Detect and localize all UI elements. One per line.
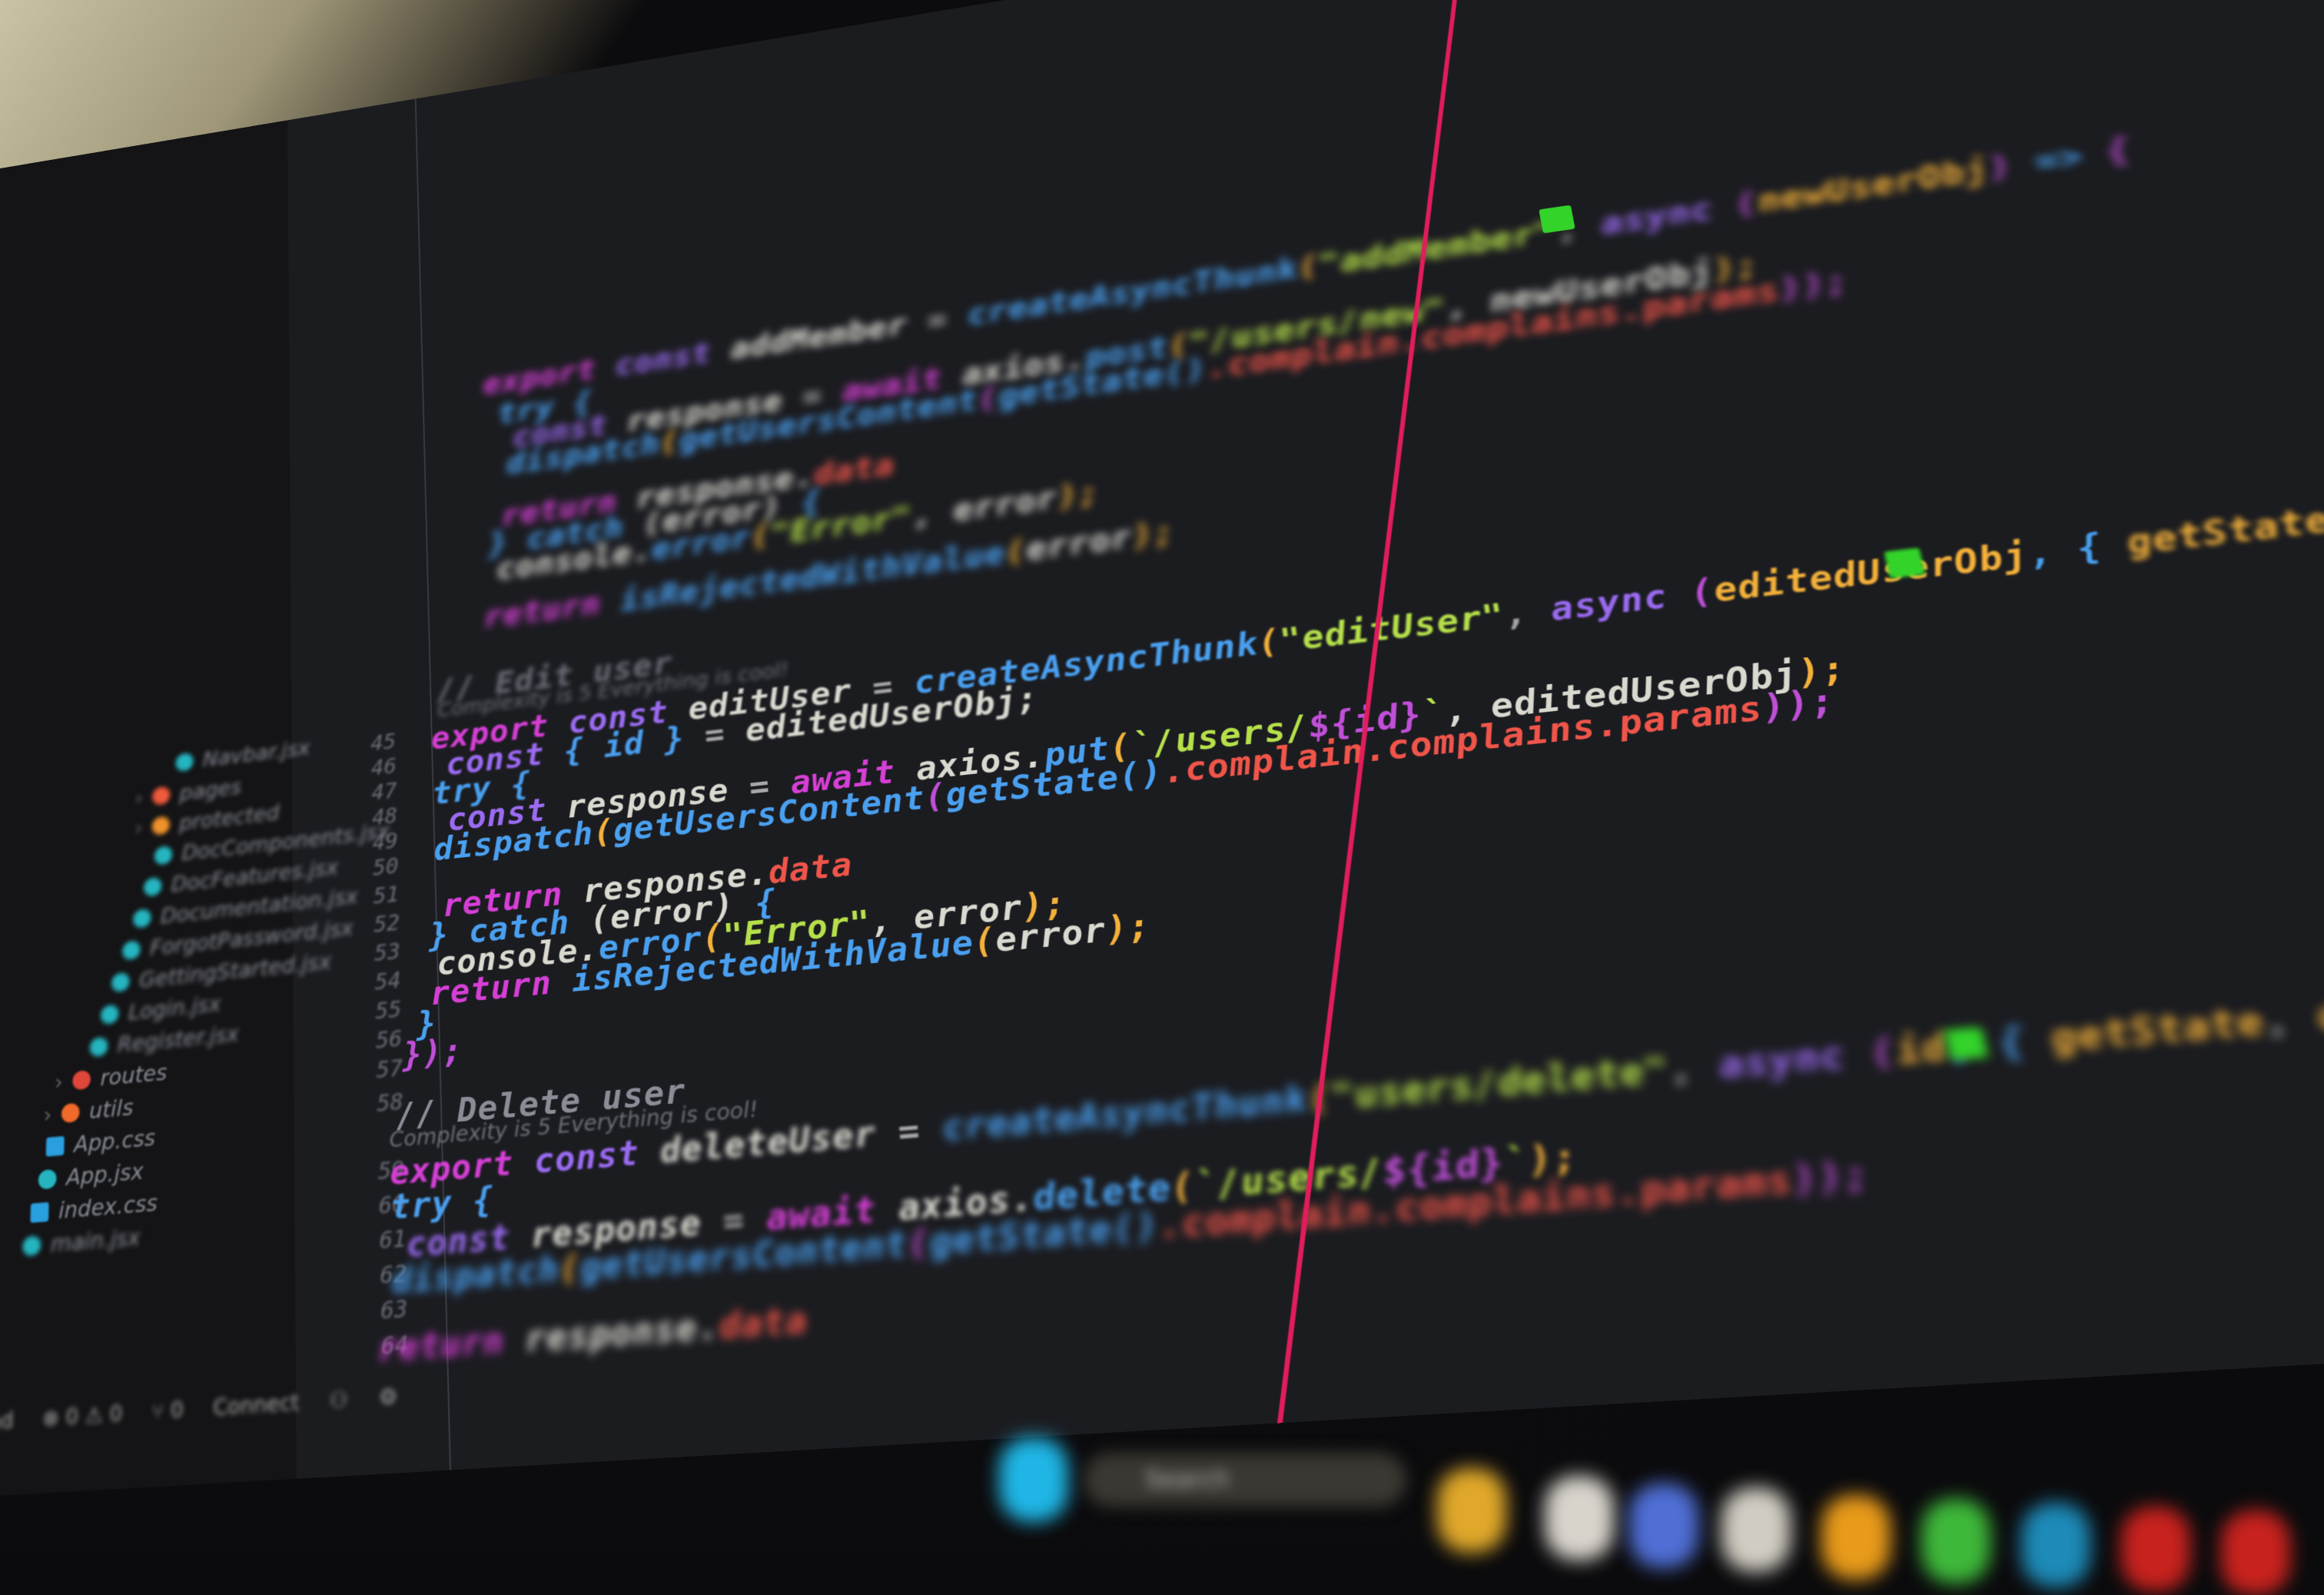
file-explorer: Navbar.jsx › pages › protected DocComponen… — [0, 120, 390, 1503]
react-file-icon — [122, 940, 141, 961]
react-file-icon — [100, 1004, 119, 1025]
code-editor-window: Navbar.jsx › pages › protected DocComponen… — [0, 0, 2324, 1503]
line-number: 52 — [374, 910, 400, 939]
tree-item-app-jsx[interactable]: App.jsx — [38, 1158, 144, 1192]
app-icon[interactable] — [2221, 1510, 2290, 1595]
search-placeholder: Search — [1145, 1464, 1230, 1494]
account-icon[interactable]: ⚇ — [329, 1386, 348, 1414]
launchpad-button[interactable]: Launchpad — [0, 1407, 14, 1440]
line-number: 61 — [379, 1225, 407, 1255]
line-number: 51 — [373, 882, 400, 910]
tree-item-pages[interactable]: › pages — [134, 775, 241, 811]
chevron-right-icon[interactable]: › — [134, 786, 143, 811]
react-file-icon — [133, 908, 151, 929]
tree-item-routes[interactable]: › routes — [55, 1060, 168, 1095]
app-icon[interactable] — [1821, 1495, 1891, 1580]
tree-item-utils[interactable]: › utils — [43, 1095, 134, 1128]
folder-icon — [152, 786, 171, 806]
chevron-right-icon[interactable]: › — [134, 816, 143, 840]
line-number: 56 — [375, 1025, 403, 1055]
app-icon[interactable] — [1721, 1487, 1791, 1572]
git-change-marker[interactable] — [1539, 204, 1575, 234]
line-number: 54 — [374, 967, 401, 996]
line-number: 53 — [374, 939, 401, 967]
folder-icon — [151, 816, 170, 836]
code-editor[interactable]: export const addMember = createAsyncThun… — [378, 0, 2324, 1471]
line-number: 47 — [371, 779, 397, 806]
start-button-icon[interactable] — [999, 1437, 1068, 1522]
app-icon[interactable] — [1629, 1484, 1698, 1568]
git-change-marker[interactable] — [1884, 547, 1926, 579]
react-file-icon — [89, 1036, 108, 1058]
tree-item-register[interactable]: Register.jsx — [89, 1021, 239, 1060]
css-file-icon — [30, 1201, 49, 1223]
tree-item-index-css[interactable]: index.css — [30, 1190, 158, 1226]
file-explorer-icon[interactable] — [1437, 1468, 1506, 1553]
connect-button[interactable]: Connect — [213, 1389, 299, 1421]
ports-indicator[interactable]: ⑂ 0 — [151, 1396, 184, 1424]
chevron-right-icon[interactable]: › — [43, 1102, 52, 1128]
app-icon[interactable] — [2021, 1503, 2090, 1587]
react-file-icon — [143, 876, 162, 897]
react-file-icon — [154, 845, 173, 866]
chevron-right-icon[interactable]: › — [55, 1069, 64, 1095]
app-icon[interactable] — [1921, 1499, 1990, 1583]
taskbar: Search — [961, 1422, 2324, 1595]
react-file-icon — [38, 1168, 57, 1190]
line-number: 57 — [376, 1055, 403, 1084]
app-icon[interactable] — [2121, 1507, 2190, 1591]
line-number: 46 — [370, 753, 397, 781]
git-change-marker[interactable] — [1944, 1026, 1989, 1061]
line-number: 48 — [371, 803, 398, 831]
settings-icon[interactable]: ⚙ — [378, 1383, 397, 1411]
tree-item-login[interactable]: Login.jsx — [100, 992, 221, 1028]
tree-item-navbar[interactable]: Navbar.jsx — [175, 736, 310, 775]
tree-item-main-jsx[interactable]: main.jsx — [22, 1224, 141, 1259]
css-file-icon — [45, 1135, 65, 1157]
code-line: }); — [402, 1031, 464, 1075]
folder-icon — [61, 1102, 80, 1124]
line-number: 45 — [370, 729, 397, 756]
problems-indicator[interactable]: ⊗ 0 ⚠ 0 — [42, 1400, 123, 1431]
react-file-icon — [111, 972, 130, 992]
file-icon — [175, 752, 194, 773]
app-icon[interactable] — [1545, 1476, 1614, 1560]
tree-item-app-css[interactable]: App.css — [45, 1125, 155, 1160]
react-file-icon — [22, 1235, 42, 1257]
folder-icon — [72, 1069, 91, 1091]
code-line: return response.data — [377, 1300, 809, 1370]
taskbar-search[interactable] — [1084, 1453, 1406, 1507]
line-number: 49 — [372, 828, 399, 856]
line-number: 50 — [372, 853, 399, 882]
line-number: 55 — [374, 996, 402, 1025]
